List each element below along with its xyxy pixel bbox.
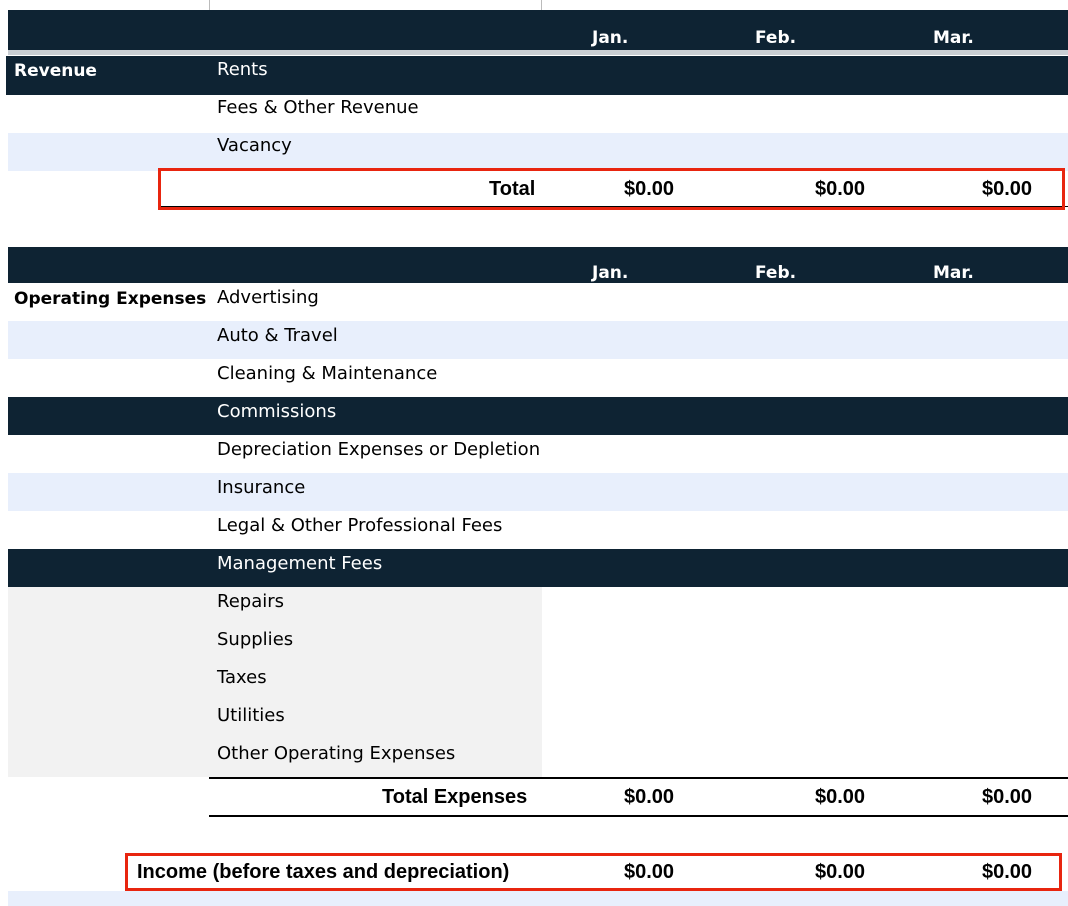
expenses-total-underline <box>209 815 1068 817</box>
revenue-month-jan: Jan. <box>592 28 629 48</box>
expense-item-label: Management Fees <box>217 553 383 574</box>
expenses-month-feb: Feb. <box>755 263 797 283</box>
revenue-row-rents <box>6 56 1068 95</box>
expense-item-label: Supplies <box>217 629 294 650</box>
revenue-item-label: Rents <box>217 59 268 80</box>
expense-item-label: Taxes <box>217 667 267 688</box>
revenue-total-jan: $0.00 <box>624 178 675 200</box>
revenue-section-label: Revenue <box>14 61 97 81</box>
revenue-total-mar: $0.00 <box>982 178 1033 200</box>
revenue-total-label: Total <box>489 178 536 200</box>
expense-item-label: Utilities <box>217 705 285 726</box>
expenses-total-mar: $0.00 <box>982 786 1033 808</box>
revenue-total-highlight-box <box>158 168 1065 210</box>
revenue-month-feb: Feb. <box>755 28 797 48</box>
column-divider-tick <box>541 0 542 10</box>
expenses-month-mar: Mar. <box>933 263 974 283</box>
expense-row-management-fees <box>8 549 1068 587</box>
expense-row-auto-travel <box>8 321 1068 359</box>
expense-item-label: Insurance <box>217 477 306 498</box>
income-mar: $0.00 <box>982 861 1033 883</box>
expense-item-label: Depreciation Expenses or Depletion <box>217 439 541 460</box>
revenue-item-label: Fees & Other Revenue <box>217 97 419 118</box>
expenses-month-jan: Jan. <box>592 263 629 283</box>
income-feb: $0.00 <box>815 861 866 883</box>
expense-row-commissions <box>8 397 1068 435</box>
expenses-section-label: Operating Expenses <box>14 289 207 309</box>
income-row-bottom-band <box>8 891 1068 906</box>
revenue-row-vacancy <box>8 133 1068 171</box>
revenue-item-label: Vacancy <box>217 135 292 156</box>
revenue-month-header-band <box>8 10 1068 50</box>
expenses-total-jan: $0.00 <box>624 786 675 808</box>
expenses-month-header-band <box>8 247 1068 283</box>
income-jan: $0.00 <box>624 861 675 883</box>
header-separator <box>8 50 1068 55</box>
expense-item-label: Legal & Other Professional Fees <box>217 515 503 536</box>
expense-item-label: Commissions <box>217 401 337 422</box>
column-divider-tick <box>209 0 210 10</box>
expenses-total-topline <box>209 777 1068 779</box>
expense-item-label: Auto & Travel <box>217 325 338 346</box>
expenses-total-feb: $0.00 <box>815 786 866 808</box>
revenue-month-mar: Mar. <box>933 28 974 48</box>
expense-item-label: Repairs <box>217 591 285 612</box>
revenue-total-feb: $0.00 <box>815 178 866 200</box>
expense-item-label: Cleaning & Maintenance <box>217 363 438 384</box>
expense-row-insurance <box>8 473 1068 511</box>
expense-item-label: Advertising <box>217 287 319 308</box>
expense-item-label: Other Operating Expenses <box>217 743 456 764</box>
income-label: Income (before taxes and depreciation) <box>137 861 510 883</box>
expenses-total-label: Total Expenses <box>382 786 528 808</box>
revenue-row-fees <box>8 95 1068 133</box>
